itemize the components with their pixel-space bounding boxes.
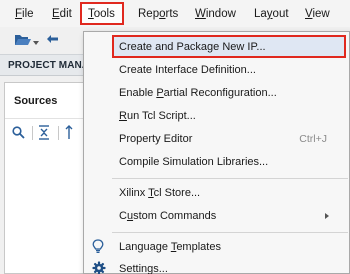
menu-edit[interactable]: Edit [52, 7, 72, 21]
menu-layout[interactable]: Layout [254, 7, 289, 21]
shortcut-label: Ctrl+J [299, 133, 327, 145]
menu-separator [112, 178, 348, 179]
menu-item-language-templates[interactable]: Language Templates [84, 236, 349, 258]
tools-dropdown-menu: Create and Package New IP... Create Inte… [83, 31, 350, 274]
menu-item-compile-simulation-libraries[interactable]: Compile Simulation Libraries... [84, 151, 349, 173]
menu-tools[interactable]: Tools [88, 7, 115, 21]
menu-bar: File Edit Tools Reports Window Layout Vi… [0, 0, 350, 27]
submenu-arrow-icon [325, 213, 329, 219]
toolbar-separator [58, 126, 59, 140]
project-manager-title: PROJECT MANA [8, 60, 90, 71]
menu-reports[interactable]: Reports [138, 7, 178, 21]
lightbulb-icon [92, 239, 104, 257]
menu-separator [112, 232, 348, 233]
dropdown-chevron-icon[interactable] [33, 36, 39, 48]
sources-title: Sources [14, 95, 58, 107]
toolbar-separator [32, 126, 33, 140]
search-icon[interactable] [12, 126, 25, 142]
gear-icon [92, 261, 106, 274]
menu-item-run-tcl-script[interactable]: Run Tcl Script... [84, 105, 349, 127]
menu-item-enable-partial-reconfiguration[interactable]: Enable Partial Reconfiguration... [84, 82, 349, 104]
menu-view[interactable]: View [305, 7, 330, 21]
menu-item-create-interface-definition[interactable]: Create Interface Definition... [84, 59, 349, 81]
undo-icon[interactable] [46, 32, 60, 49]
menu-item-settings[interactable]: Settings... [84, 258, 349, 274]
collapse-all-icon[interactable] [38, 125, 50, 143]
menu-window[interactable]: Window [195, 7, 236, 21]
expand-all-icon[interactable] [63, 125, 75, 143]
menu-item-xilinx-tcl-store[interactable]: Xilinx Tcl Store... [84, 182, 349, 204]
menu-item-custom-commands[interactable]: Custom Commands [84, 205, 349, 227]
open-project-icon[interactable] [14, 33, 32, 50]
menu-item-create-package-ip[interactable]: Create and Package New IP... [84, 36, 349, 58]
menu-item-property-editor[interactable]: Property Editor Ctrl+J [84, 128, 349, 150]
menu-file[interactable]: File [15, 7, 34, 21]
